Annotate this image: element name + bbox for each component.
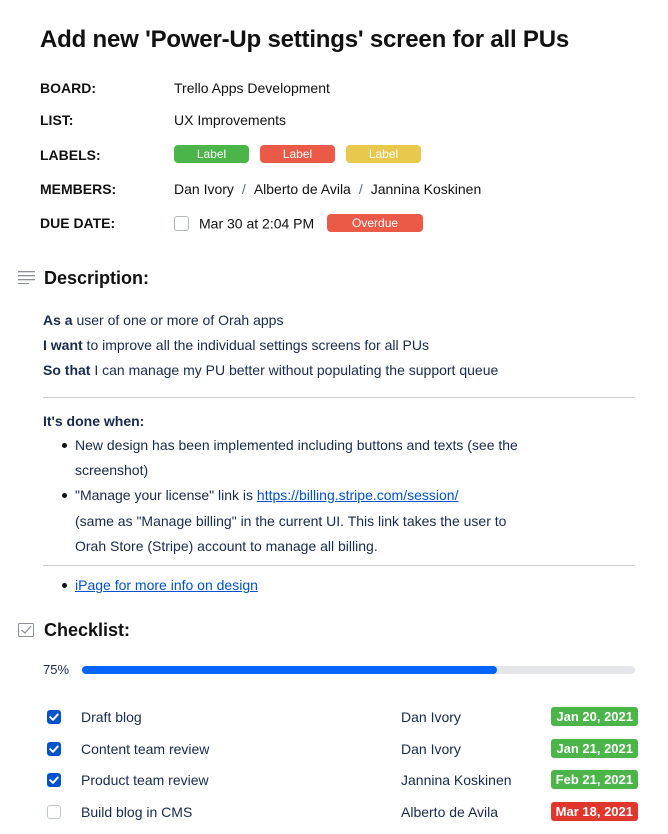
label-chip-red[interactable]: Label <box>260 145 335 164</box>
board-value[interactable]: Trello Apps Development <box>174 80 330 96</box>
checklist-item[interactable]: Content team review Dan Ivory Jan 21, 2021 <box>0 735 668 763</box>
checklist-item-checkbox[interactable] <box>47 710 61 724</box>
due-complete-checkbox[interactable] <box>174 215 189 231</box>
checklist-item-checkbox[interactable] <box>47 742 61 756</box>
overdue-badge: Overdue <box>327 214 424 233</box>
done-heading: It's done when: <box>43 413 145 429</box>
story-i-want-text: to improve all the individual settings s… <box>82 337 429 353</box>
due-date-value[interactable]: Mar 30 at 2:04 PM <box>199 215 314 231</box>
story-so-that-text: I can manage my PU better without popula… <box>90 362 499 378</box>
checklist-item-member[interactable]: Dan Ivory <box>401 709 461 725</box>
story-as-a-text: user of one or more of Orah apps <box>72 312 284 328</box>
done-item-2-prefix: "Manage your license" link is <box>75 487 257 503</box>
labels-list: Label Label Label <box>174 145 432 164</box>
checklist-item-text[interactable]: Product team review <box>81 772 209 788</box>
list-label: LIST: <box>40 112 74 128</box>
checklist-item-due-date[interactable]: Jan 21, 2021 <box>551 739 638 758</box>
story-so-that: So that I can manage my PU better withou… <box>43 362 498 378</box>
checklist-item[interactable]: Build blog in CMS Alberto de Avila Mar 18,… <box>0 798 668 826</box>
due-date-label: DUE DATE: <box>40 215 116 231</box>
checklist-item[interactable]: Product team review Jannina Koskinen Feb 2… <box>0 766 668 794</box>
checklist-item-checkbox[interactable] <box>47 773 61 787</box>
description-heading: Description: <box>44 268 150 288</box>
bullet <box>62 443 67 448</box>
checklist-item-due-date[interactable]: Feb 21, 2021 <box>550 770 638 789</box>
done-item-1-line-1: New design has been implemented includin… <box>75 437 518 453</box>
checklist-item-checkbox[interactable] <box>47 805 61 819</box>
text-lines-icon <box>18 270 36 289</box>
checklist-progress-fill <box>82 666 497 674</box>
checklist-progress-percent: 75% <box>43 662 70 677</box>
members-list: Dan Ivory / Alberto de Avila / Jannina Koski… <box>174 181 481 197</box>
member-jannina-koskinen[interactable]: Jannina Koskinen <box>371 181 482 197</box>
checklist-item-due-date[interactable]: Mar 18, 2021 <box>550 802 638 821</box>
check-icon <box>49 713 59 721</box>
story-as-a: As a user of one or more of Orah apps <box>43 312 283 328</box>
member-alberto-de-avila[interactable]: Alberto de Avila <box>254 181 351 197</box>
due-date: Mar 30 at 2:04 PM Overdue <box>174 214 424 233</box>
labels-label: LABELS: <box>40 147 101 163</box>
divider <box>43 565 635 566</box>
bullet <box>62 493 67 498</box>
story-i-want: I want to improve all the individual set… <box>43 337 429 353</box>
checklist-item-text[interactable]: Content team review <box>81 741 209 757</box>
checklist-item-member[interactable]: Dan Ivory <box>401 741 461 757</box>
members-label: MEMBERS: <box>40 181 117 197</box>
member-separator: / <box>358 181 363 197</box>
checklist-item-member[interactable]: Alberto de Avila <box>401 804 498 820</box>
done-item-1-line-2: screenshot) <box>75 462 149 478</box>
card-title: Add new 'Power-Up settings' screen for a… <box>40 26 569 53</box>
board-label: BOARD: <box>40 80 96 96</box>
done-item-2-line-2: (same as "Manage billing" in the current… <box>75 513 507 529</box>
stripe-billing-link[interactable]: https://billing.stripe.com/session/ <box>257 487 459 503</box>
story-as-a-bold: As a <box>43 312 73 328</box>
checklist-item-text[interactable]: Build blog in CMS <box>81 804 192 820</box>
checklist-item-member[interactable]: Jannina Koskinen <box>401 772 512 788</box>
more-info-line: iPage for more info on design <box>75 577 258 593</box>
done-item-2-line-3: Orah Store (Stripe) account to manage al… <box>75 538 378 554</box>
member-dan-ivory[interactable]: Dan Ivory <box>174 181 234 197</box>
checklist-item[interactable]: Draft blog Dan Ivory Jan 20, 2021 <box>0 703 668 731</box>
story-i-want-bold: I want <box>43 337 83 353</box>
done-item-2-line-1: "Manage your license" link is https://bi… <box>75 487 458 503</box>
design-info-link[interactable]: iPage for more info on design <box>75 577 258 593</box>
bullet <box>62 583 67 588</box>
label-chip-yellow[interactable]: Label <box>346 145 421 164</box>
label-chip-green[interactable]: Label <box>174 145 249 164</box>
story-so-that-bold: So that <box>43 362 91 378</box>
checklist-item-due-date[interactable]: Jan 20, 2021 <box>551 707 638 726</box>
member-separator: / <box>241 181 246 197</box>
check-icon <box>49 745 59 753</box>
checklist-heading: Checklist: <box>44 620 131 640</box>
list-value[interactable]: UX Improvements <box>174 112 286 128</box>
checklist-progress-bar <box>82 666 635 674</box>
check-icon <box>49 776 59 784</box>
divider <box>43 397 635 398</box>
checkbox-icon <box>18 622 36 643</box>
checklist-item-text[interactable]: Draft blog <box>81 709 142 725</box>
member-alberto-de-avila-name: Alberto de Avila <box>253 181 351 197</box>
